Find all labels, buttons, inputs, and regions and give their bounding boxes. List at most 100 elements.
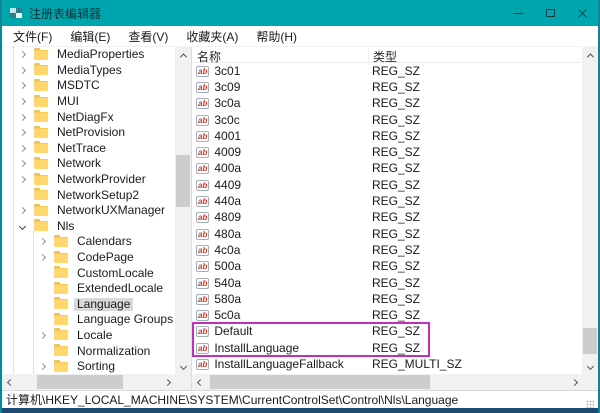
tree-item-calendars[interactable]: Calendars: [2, 234, 175, 250]
scroll-down-arrow[interactable]: [175, 358, 191, 374]
tree-item-label: MSDTC: [54, 79, 103, 92]
value-row-480a[interactable]: ab480aREG_SZ: [192, 226, 582, 242]
tree-item-sorting[interactable]: Sorting: [2, 359, 175, 374]
value-name: 3c01: [214, 65, 240, 78]
value-row-4809[interactable]: ab4809REG_SZ: [192, 210, 582, 226]
value-row-4001[interactable]: ab4001REG_SZ: [192, 128, 582, 144]
chevron-collapsed-icon[interactable]: [20, 99, 34, 104]
value-name: 3c09: [214, 81, 240, 94]
chevron-collapsed-icon[interactable]: [40, 364, 54, 369]
scrollbar-thumb[interactable]: [176, 155, 190, 207]
tree-item-locale[interactable]: Locale: [2, 328, 175, 344]
value-row-500a[interactable]: ab500aREG_SZ: [192, 259, 582, 275]
window-controls: [502, 0, 598, 26]
chevron-collapsed-icon[interactable]: [20, 146, 34, 151]
resize-grip[interactable]: [586, 400, 594, 408]
menu-file[interactable]: 文件(F): [4, 26, 61, 47]
tree-horizontal-scrollbar[interactable]: [2, 374, 175, 390]
scrollbar-thumb[interactable]: [210, 375, 430, 389]
tree-item-codepage[interactable]: CodePage: [2, 250, 175, 266]
string-value-icon: ab: [196, 229, 209, 240]
chevron-collapsed-icon[interactable]: [40, 255, 54, 260]
tree-item-networkprovider[interactable]: NetworkProvider: [2, 172, 175, 188]
menu-help[interactable]: 帮助(H): [247, 26, 306, 47]
tree-item-msdtc[interactable]: MSDTC: [2, 78, 175, 94]
tree-item-label: NetProvision: [54, 126, 128, 139]
tree-item-mui[interactable]: MUI: [2, 94, 175, 110]
value-row-3c0c[interactable]: ab3c0cREG_SZ: [192, 112, 582, 128]
folder-icon: [54, 315, 68, 325]
value-row-installlanguage[interactable]: abInstallLanguageREG_SZ: [192, 340, 582, 356]
tree-item-netdiagfx[interactable]: NetDiagFx: [2, 109, 175, 125]
tree-item-network[interactable]: Network: [2, 156, 175, 172]
list-vertical-scrollbar[interactable]: [582, 47, 598, 374]
close-button[interactable]: [566, 0, 598, 26]
scroll-down-arrow[interactable]: [582, 358, 598, 374]
value-row-540a[interactable]: ab540aREG_SZ: [192, 275, 582, 291]
tree-item-networkuxmanager[interactable]: NetworkUXManager: [2, 203, 175, 219]
tree-vertical-scrollbar[interactable]: [175, 47, 191, 374]
menu-edit[interactable]: 编辑(E): [61, 26, 119, 47]
value-name: 5c0a: [214, 309, 240, 322]
scroll-left-arrow[interactable]: [192, 374, 208, 390]
close-icon: [577, 8, 588, 19]
chevron-collapsed-icon[interactable]: [20, 83, 34, 88]
tree-item-nls[interactable]: Nls: [2, 219, 175, 235]
tree-item-networksetup2[interactable]: NetworkSetup2: [2, 187, 175, 203]
tree-item-extendedlocale[interactable]: ExtendedLocale: [2, 281, 175, 297]
scrollbar-corner: [582, 374, 598, 390]
value-row-3c0a[interactable]: ab3c0aREG_SZ: [192, 96, 582, 112]
value-row-440a[interactable]: ab440aREG_SZ: [192, 193, 582, 209]
value-row-580a[interactable]: ab580aREG_SZ: [192, 291, 582, 307]
menu-favorites[interactable]: 收藏夹(A): [177, 26, 247, 47]
value-row-3c01[interactable]: ab3c01REG_SZ: [192, 63, 582, 79]
chevron-collapsed-icon[interactable]: [20, 130, 34, 135]
scroll-left-arrow[interactable]: [2, 374, 18, 390]
scroll-up-arrow[interactable]: [582, 47, 598, 63]
window-title: 注册表编辑器: [29, 5, 101, 22]
minimize-button[interactable]: [502, 0, 534, 26]
value-name: 4809: [214, 211, 241, 224]
value-row-4409[interactable]: ab4409REG_SZ: [192, 177, 582, 193]
list-horizontal-scrollbar[interactable]: [192, 374, 582, 390]
value-row-3c09[interactable]: ab3c09REG_SZ: [192, 79, 582, 95]
value-row-5c0a[interactable]: ab5c0aREG_SZ: [192, 307, 582, 323]
scroll-right-arrow[interactable]: [159, 374, 175, 390]
scrollbar-thumb[interactable]: [583, 328, 597, 354]
title-bar: 注册表编辑器: [2, 0, 598, 26]
tree-item-mediatypes[interactable]: MediaTypes: [2, 63, 175, 79]
string-value-icon: ab: [196, 359, 209, 370]
value-row-default[interactable]: abDefaultREG_SZ: [192, 324, 582, 340]
chevron-collapsed-icon[interactable]: [20, 161, 34, 166]
tree-item-language[interactable]: Language: [2, 297, 175, 313]
string-value-icon: ab: [196, 294, 209, 305]
tree-item-language-groups[interactable]: Language Groups: [2, 312, 175, 328]
maximize-button[interactable]: [534, 0, 566, 26]
value-row-4009[interactable]: ab4009REG_SZ: [192, 144, 582, 160]
chevron-collapsed-icon[interactable]: [40, 333, 54, 338]
registry-app-icon: [10, 8, 22, 18]
chevron-expanded-icon[interactable]: [20, 224, 34, 229]
tree-item-nettrace[interactable]: NetTrace: [2, 141, 175, 157]
scrollbar-corner: [175, 374, 191, 390]
chevron-collapsed-icon[interactable]: [40, 239, 54, 244]
value-row-installlanguagefallback[interactable]: abInstallLanguageFallbackREG_MULTI_SZ: [192, 356, 582, 372]
tree-panel: MediaPropertiesMediaTypesMSDTC MUINetDiag…: [2, 47, 192, 390]
chevron-collapsed-icon[interactable]: [20, 115, 34, 120]
scroll-up-arrow[interactable]: [175, 47, 191, 63]
scrollbar-thumb[interactable]: [37, 375, 123, 389]
value-row-400a[interactable]: ab400aREG_SZ: [192, 161, 582, 177]
scroll-right-arrow[interactable]: [566, 374, 582, 390]
chevron-collapsed-icon[interactable]: [20, 52, 34, 57]
tree-item-netprovision[interactable]: NetProvision: [2, 125, 175, 141]
tree-item-normalization[interactable]: Normalization: [2, 343, 175, 359]
string-value-icon: ab: [196, 66, 209, 77]
chevron-collapsed-icon[interactable]: [20, 68, 34, 73]
chevron-collapsed-icon[interactable]: [20, 177, 34, 182]
tree-item-label: MUI: [54, 95, 82, 108]
tree-item-mediaproperties[interactable]: MediaProperties: [2, 47, 175, 63]
chevron-collapsed-icon[interactable]: [20, 208, 34, 213]
tree-item-customlocale[interactable]: CustomLocale: [2, 265, 175, 281]
value-row-4c0a[interactable]: ab4c0aREG_SZ: [192, 242, 582, 258]
menu-view[interactable]: 查看(V): [119, 26, 177, 47]
